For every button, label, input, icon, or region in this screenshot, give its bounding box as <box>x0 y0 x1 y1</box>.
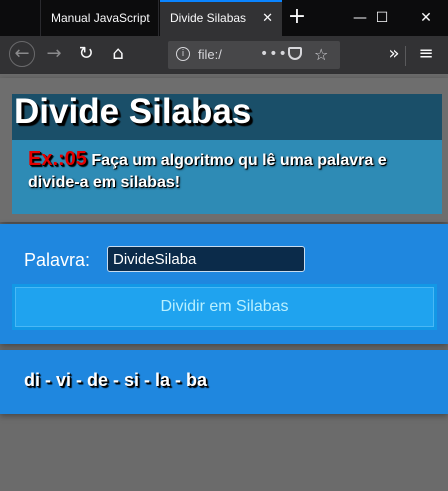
divide-syllables-button[interactable]: Dividir em Silabas <box>12 284 437 330</box>
input-card: Palavra: Dividir em Silabas <box>0 224 448 344</box>
maximize-window-icon[interactable]: ☐ <box>360 0 404 36</box>
close-window-icon[interactable]: ✕ <box>404 0 448 36</box>
tab-title: Divide Silabas <box>170 11 247 25</box>
page-info-icon[interactable]: i <box>176 47 190 61</box>
arrow-right-icon: → <box>46 43 62 64</box>
page-viewport: Divide Silabas Ex.:05 Faça um algoritmo … <box>0 74 448 491</box>
tab-title: Manual JavaScript <box>51 11 150 25</box>
close-tab-icon[interactable]: ✕ <box>262 2 273 34</box>
bookmark-star-icon[interactable]: ☆ <box>314 41 328 69</box>
title-box: Divide Silabas <box>12 92 442 140</box>
home-icon: ⌂ <box>112 43 124 64</box>
syllables-result: di - vi - de - si - la - ba <box>24 370 208 390</box>
header-card: Divide Silabas Ex.:05 Faça um algoritmo … <box>0 78 448 222</box>
reload-icon: ↻ <box>78 43 94 64</box>
tab-divide-silabas[interactable]: Divide Silabas ✕ <box>160 0 282 36</box>
page-actions-icon[interactable]: ••• <box>260 41 288 67</box>
word-input[interactable] <box>107 246 305 272</box>
tab-bar-spacer <box>0 0 40 36</box>
url-text[interactable]: file:/ <box>198 41 222 69</box>
hamburger-menu-icon[interactable]: ≡ <box>412 40 440 68</box>
tab-manual-javascript[interactable]: Manual JavaScript <box>40 0 159 36</box>
back-button[interactable]: ← <box>8 40 36 68</box>
description-box: Ex.:05 Faça um algoritmo qu lê uma palav… <box>12 140 442 214</box>
overflow-menu-icon[interactable]: » <box>380 40 408 68</box>
navigation-bar: ← → ↻ ⌂ i file:/ ••• ☆ » ≡ <box>0 36 448 74</box>
pocket-icon[interactable] <box>288 47 302 60</box>
result-card: di - vi - de - si - la - ba <box>0 350 448 414</box>
toolbar-divider <box>405 46 406 66</box>
home-button[interactable]: ⌂ <box>104 40 132 68</box>
forward-button[interactable]: → <box>40 40 68 68</box>
tab-bar: Manual JavaScript Divide Silabas ✕ + — ☐… <box>0 0 448 36</box>
word-label: Palavra: <box>24 250 91 270</box>
address-bar[interactable]: i file:/ ••• ☆ <box>168 41 340 69</box>
exercise-label: Ex.:05 <box>28 148 87 170</box>
reload-button[interactable]: ↻ <box>72 40 100 68</box>
exercise-description: Ex.:05 Faça um algoritmo qu lê uma palav… <box>28 148 438 194</box>
back-button-ring <box>9 41 35 67</box>
page-title: Divide Silabas <box>14 92 252 131</box>
new-tab-button[interactable]: + <box>284 0 310 36</box>
